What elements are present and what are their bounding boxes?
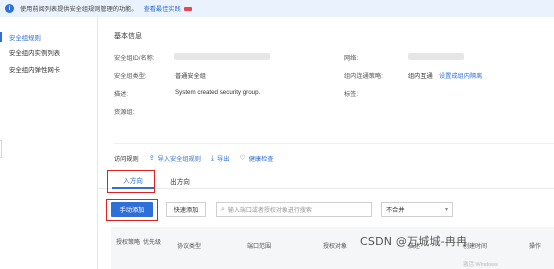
main-content: 基本信息 安全组ID/名称: 网络: 安全组类型: 普通安全组 组内连通策略: … [98,17,554,269]
intra-policy-label: 组内连通策略: [344,73,383,80]
access-rules-bar: 访问规则 ⇪ 导入安全组规则 ⤓ 导出 ♡ 健康检查 [114,154,273,163]
access-rules-title: 访问规则 [114,156,139,163]
rules-toolbar: 手动添加 快速添加 ⌕ 输入端口或者授权对象进行搜索 不合并 ▾ [98,197,554,219]
search-placeholder: 输入端口或者授权对象进行搜索 [227,208,312,214]
merge-select-value: 不合并 [386,207,405,214]
banner-text: 使用前阅列表提供安全组规则管理的功能。 [20,6,138,13]
best-practice-link[interactable]: 查看最佳实践 [144,4,181,13]
download-icon: ⤓ [210,155,215,162]
column-header-actions: 操作 [528,244,541,250]
import-rules-label: 导入安全组规则 [157,156,201,163]
resource-group-label: 资源组: [114,109,135,116]
sidebar-item-instances[interactable]: 安全组内实例列表 [9,48,60,57]
active-indicator [0,32,2,42]
info-icon: i [5,4,14,13]
highlight-box-manual-add [106,199,158,221]
network-label: 网络: [344,55,359,62]
security-group-type-label: 安全组类型: [114,73,147,80]
column-header-port-range[interactable]: 端口范围 [239,243,279,252]
info-banner: i 使用前阅列表提供安全组规则管理的功能。 查看最佳实践 [0,0,554,17]
description-value: System created security group. [175,89,261,96]
sidebar-item-enis[interactable]: 安全组内弹性网卡 [9,65,60,74]
tag-label: 标签: [344,91,359,98]
direction-tabs: 入方向 出方向 [98,171,554,189]
collapse-handle[interactable] [0,140,2,158]
health-check-link[interactable]: ♡ 健康检查 [239,154,273,163]
search-input[interactable]: ⌕ 输入端口或者授权对象进行搜索 [216,202,372,217]
security-group-type-value: 普通安全组 [175,73,206,80]
set-isolation-link[interactable]: 设置成组内隔离 [439,71,482,80]
column-header-protocol[interactable]: 协议类型 [169,243,209,252]
column-header-priority[interactable]: 优先级 [141,239,163,248]
export-label: 导出 [217,156,230,163]
column-header-auth-object[interactable]: 授权对象 [315,243,355,252]
windows-activation-watermark: 激活 Windows [463,262,498,268]
merge-select[interactable]: 不合并 ▾ [381,202,453,217]
sidebar: 安全组规则 安全组内实例列表 安全组内弹性网卡 [0,17,98,269]
import-rules-link[interactable]: ⇪ 导入安全组规则 [149,154,201,163]
health-check-icon: ♡ [239,155,246,162]
network-value [408,53,464,60]
highlight-box-inbound [107,170,155,193]
health-check-label: 健康检查 [248,156,274,163]
security-group-id-value [174,53,270,60]
sidebar-item-rules[interactable]: 安全组规则 [9,33,41,42]
description-label: 描述: [114,91,129,98]
csdn-watermark: CSDN @万城城-冉冉 [360,235,468,248]
tab-outbound[interactable]: 出方向 [160,173,200,189]
chevron-down-icon: ▾ [444,207,448,213]
export-link[interactable]: ⤓ 导出 [211,154,229,163]
new-badge [183,6,192,11]
search-icon: ⌕ [221,205,225,213]
quick-add-button[interactable]: 快速添加 [166,202,206,217]
security-group-id-label: 安全组ID/名称: [114,55,155,62]
intra-policy-value: 组内互通 [408,73,433,80]
divider [114,143,554,144]
column-header-policy[interactable]: 授权策略 [115,239,141,248]
basic-info-title: 基本信息 [114,33,142,40]
upload-icon: ⇪ [148,155,155,162]
